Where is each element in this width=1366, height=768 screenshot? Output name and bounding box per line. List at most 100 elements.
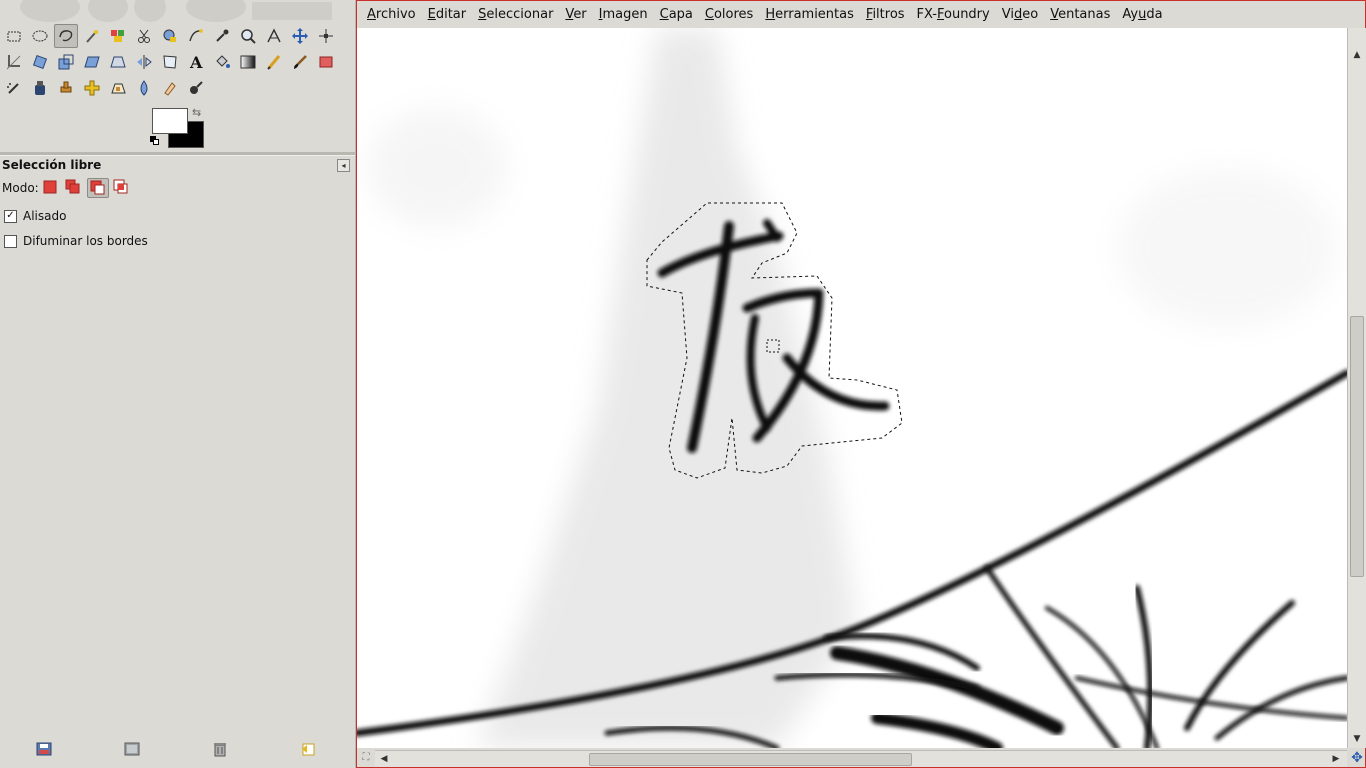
mode-add-button[interactable] [63, 178, 83, 196]
delete-options-button[interactable] [210, 739, 230, 759]
mode-intersect-button[interactable] [111, 178, 131, 196]
mode-subtract-button[interactable] [87, 178, 109, 198]
tool-button-bucket-fill[interactable] [210, 50, 234, 74]
move-icon [292, 28, 308, 44]
flip-icon [137, 55, 152, 69]
crop-icon [6, 55, 21, 70]
tool-button-select-by-color[interactable] [106, 24, 130, 48]
tool-button-scissors-select[interactable] [132, 24, 156, 48]
menu-item[interactable]: Ventanas [1044, 1, 1116, 28]
tool-button-paintbrush[interactable] [288, 50, 312, 74]
save-icon [36, 742, 52, 756]
panel-menu-icon[interactable]: ◂ [337, 159, 350, 172]
menu-item[interactable]: Colores [699, 1, 759, 28]
menu-item[interactable]: FX-Foundry [911, 1, 996, 28]
toolbox-separator[interactable] [0, 152, 355, 156]
navigate-icon[interactable]: ✥ [1349, 751, 1365, 765]
tool-button-align[interactable] [314, 24, 338, 48]
mode-intersect-icon [113, 179, 128, 194]
tool-button-flip[interactable] [132, 50, 156, 74]
scroll-right-icon[interactable]: ▶ [1329, 752, 1343, 766]
swap-colors-icon[interactable]: ⇆ [192, 106, 201, 119]
tool-button-text[interactable]: A [184, 50, 208, 74]
toolbox-window: A ⇆ Selección libre ◂ Modo: ✓ Alisado Di… [0, 0, 356, 768]
tool-button-crop[interactable] [2, 50, 26, 74]
perspective-clone-icon [111, 83, 126, 94]
cage-icon [163, 55, 177, 69]
menu-item[interactable]: Ver [559, 1, 592, 28]
reset-options-button[interactable] [298, 739, 318, 759]
tool-button-heal[interactable] [80, 76, 104, 100]
paintbrush-icon [294, 55, 307, 69]
tool-button-smudge[interactable] [158, 76, 182, 100]
blend-icon [240, 55, 256, 69]
tool-button-dodge-burn[interactable] [184, 76, 208, 100]
scissors-select-icon [138, 29, 150, 43]
menu-item[interactable]: Capa [654, 1, 699, 28]
tool-button-ellipse-select[interactable] [28, 24, 52, 48]
scale-icon [58, 54, 74, 70]
image-canvas[interactable] [357, 28, 1347, 748]
tool-button-perspective[interactable] [106, 50, 130, 74]
dodge-burn-icon [190, 81, 203, 94]
canvas-drawing[interactable] [357, 28, 1347, 748]
menu-item[interactable]: Archivo [361, 1, 422, 28]
foreground-color-swatch[interactable] [152, 108, 188, 134]
tool-button-pencil[interactable] [262, 50, 286, 74]
tool-button-paths[interactable] [184, 24, 208, 48]
menu-item[interactable]: Video [996, 1, 1044, 28]
menu-item[interactable]: Filtros [860, 1, 911, 28]
heal-icon [84, 80, 100, 96]
default-colors-icon[interactable] [150, 136, 159, 145]
tool-button-cage[interactable] [158, 50, 182, 74]
save-options-button[interactable] [34, 739, 54, 759]
ink-icon [35, 81, 45, 95]
feather-checkbox[interactable] [4, 234, 17, 248]
tool-button-perspective-clone[interactable] [106, 76, 130, 100]
tool-button-blur[interactable] [132, 76, 156, 100]
feather-row[interactable]: Difuminar los bordes [4, 234, 148, 248]
restore-options-button[interactable] [122, 739, 142, 759]
menu-item[interactable]: Seleccionar [472, 1, 559, 28]
ellipse-select-icon [32, 30, 48, 42]
image-window: Archivo Editar Seleccionar Ver Imagen Capa Col… [356, 0, 1366, 768]
tool-button-zoom[interactable] [236, 24, 260, 48]
blur-icon [140, 80, 148, 96]
vertical-scrollbar[interactable]: ▲ ▼ [1347, 28, 1366, 748]
tool-button-eraser[interactable] [314, 50, 338, 74]
fuzzy-select-icon [86, 30, 98, 43]
tool-button-blend[interactable] [236, 50, 260, 74]
tool-button-move[interactable] [288, 24, 312, 48]
tool-button-scale[interactable] [54, 50, 78, 74]
scroll-up-icon[interactable]: ▲ [1350, 48, 1364, 62]
background-texture [367, 28, 1337, 748]
scroll-down-icon[interactable]: ▼ [1350, 732, 1364, 746]
antialias-row[interactable]: ✓ Alisado [4, 209, 66, 223]
trash-icon [214, 743, 226, 757]
mode-replace-button[interactable] [40, 178, 60, 196]
tool-button-color-picker[interactable] [210, 24, 234, 48]
horizontal-scrollbar[interactable]: ◀ ▶ [375, 750, 1347, 767]
menu-item[interactable]: Ayuda [1116, 1, 1168, 28]
horizontal-scroll-thumb[interactable] [588, 753, 912, 766]
quick-mask-toggle-icon[interactable]: ⛶ [359, 751, 373, 765]
scroll-left-icon[interactable]: ◀ [377, 752, 391, 766]
tool-button-ink[interactable] [28, 76, 52, 100]
tool-button-fuzzy-select[interactable] [80, 24, 104, 48]
tool-button-shear[interactable] [80, 50, 104, 74]
tool-button-airbrush[interactable] [2, 76, 26, 100]
menu-item[interactable]: Imagen [593, 1, 654, 28]
tool-button-measure[interactable] [262, 24, 286, 48]
menu-item[interactable]: Herramientas [759, 1, 860, 28]
tool-options-title: Selección libre [2, 158, 102, 172]
vertical-scroll-thumb[interactable] [1350, 316, 1364, 578]
mode-add-icon [65, 179, 80, 194]
antialias-checkbox[interactable]: ✓ [4, 209, 17, 223]
tool-button-foreground-select[interactable] [158, 24, 182, 48]
menu-item[interactable]: Editar [422, 1, 473, 28]
tool-button-rect-select[interactable] [2, 24, 26, 48]
tool-button-rotate[interactable] [28, 50, 52, 74]
tool-button-free-select[interactable] [54, 24, 78, 48]
rect-select-icon [7, 31, 21, 42]
tool-button-clone[interactable] [54, 76, 78, 100]
